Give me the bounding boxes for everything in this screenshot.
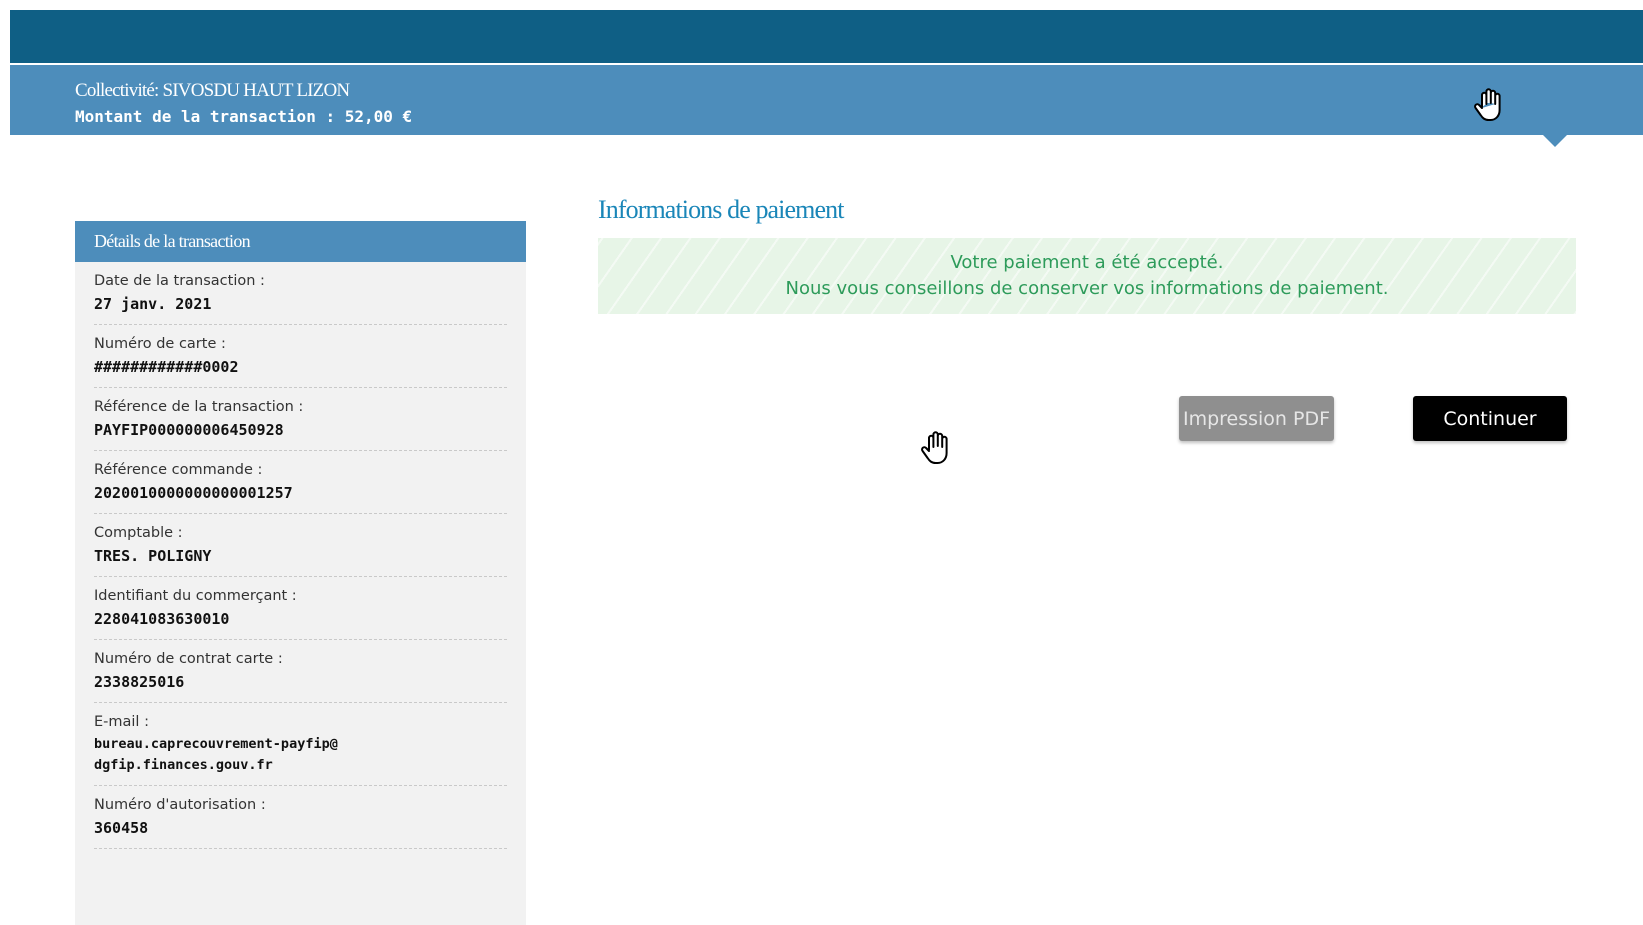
detail-value: bureau.caprecouvrement-payfip@dgfip.fina… bbox=[94, 736, 338, 773]
detail-label: Date de la transaction : bbox=[94, 273, 265, 289]
top-banner bbox=[10, 10, 1643, 63]
success-line-2: Nous vous conseillons de conserver vos i… bbox=[785, 278, 1389, 299]
panel-title: Détails de la transaction bbox=[75, 221, 526, 262]
success-message: Votre paiement a été accepté. Nous vous … bbox=[598, 238, 1576, 314]
page-title: Informations de paiement bbox=[598, 195, 844, 224]
bar-notch bbox=[1543, 135, 1567, 147]
detail-value: ############0002 bbox=[94, 358, 239, 376]
detail-label: Comptable : bbox=[94, 525, 183, 541]
detail-value: 27 janv. 2021 bbox=[94, 295, 212, 313]
detail-value: 2020010000000000001257 bbox=[94, 484, 293, 502]
detail-label: Référence commande : bbox=[94, 462, 263, 478]
detail-value: 360458 bbox=[94, 819, 149, 837]
detail-date: Date de la transaction : 27 janv. 2021 bbox=[94, 262, 507, 325]
print-pdf-button[interactable]: Impression PDF bbox=[1179, 396, 1334, 441]
detail-email: E-mail : bureau.caprecouvrement-payfip@d… bbox=[94, 703, 507, 786]
detail-order-ref: Référence commande : 2020010000000000001… bbox=[94, 451, 507, 514]
detail-label: Numéro de contrat carte : bbox=[94, 651, 283, 667]
detail-value: 2338825016 bbox=[94, 673, 185, 691]
detail-label: Numéro de carte : bbox=[94, 336, 226, 352]
transaction-summary-bar: Collectivité: SIVOSDU HAUT LIZON Montant… bbox=[10, 65, 1643, 135]
detail-merchant-id: Identifiant du commerçant : 228041083630… bbox=[94, 577, 507, 640]
continue-button[interactable]: Continuer bbox=[1413, 396, 1567, 441]
success-line-1: Votre paiement a été accepté. bbox=[950, 252, 1224, 273]
detail-value: 228041083630010 bbox=[94, 610, 230, 628]
detail-card-number: Numéro de carte : ############0002 bbox=[94, 325, 507, 388]
hand-pointer-icon bbox=[921, 431, 948, 464]
transaction-details-panel: Détails de la transaction Date de la tra… bbox=[75, 221, 526, 925]
detail-label: Référence de la transaction : bbox=[94, 399, 304, 415]
detail-label: Numéro d'autorisation : bbox=[94, 797, 266, 813]
detail-accountant: Comptable : TRES. POLIGNY bbox=[94, 514, 507, 577]
detail-authorization: Numéro d'autorisation : 360458 bbox=[94, 786, 507, 849]
hand-pointer-icon bbox=[1474, 88, 1501, 121]
collectivite-label: Collectivité: SIVOSDU HAUT LIZON bbox=[75, 80, 350, 101]
detail-value: PAYFIP000000006450928 bbox=[94, 421, 284, 439]
detail-label: Identifiant du commerçant : bbox=[94, 588, 297, 604]
detail-label: E-mail : bbox=[94, 714, 149, 730]
transaction-amount: Montant de la transaction : 52,00 € bbox=[75, 107, 413, 126]
detail-value: TRES. POLIGNY bbox=[94, 547, 212, 565]
detail-contract-number: Numéro de contrat carte : 2338825016 bbox=[94, 640, 507, 703]
detail-transaction-ref: Référence de la transaction : PAYFIP0000… bbox=[94, 388, 507, 451]
